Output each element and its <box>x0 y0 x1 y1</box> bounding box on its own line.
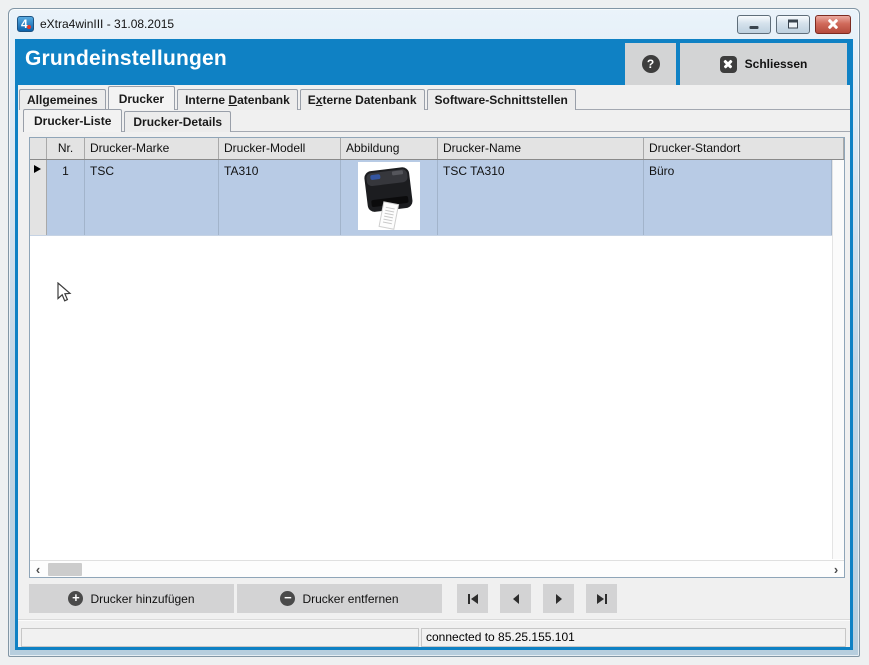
content-area: Allgemeines Drucker Interne Datenbank Ex… <box>18 85 850 647</box>
cell-abbildung <box>341 160 438 235</box>
scrollbar-thumb[interactable] <box>48 563 82 576</box>
help-button[interactable]: ? <box>625 43 676 85</box>
maximize-button[interactable] <box>776 15 810 34</box>
app-logo-icon: 4 <box>17 16 34 32</box>
minus-icon: − <box>280 591 295 606</box>
separator-line <box>18 619 850 621</box>
column-header-selector[interactable] <box>30 138 47 159</box>
action-buttons: + Drucker hinzufügen − Drucker entfernen <box>29 584 629 613</box>
minimize-button[interactable] <box>737 15 771 34</box>
last-record-icon <box>596 593 608 605</box>
horizontal-scrollbar[interactable]: ‹ › <box>30 560 844 577</box>
status-panel-left <box>21 628 419 647</box>
row-selector-cell[interactable] <box>30 160 47 235</box>
plus-icon: + <box>68 591 83 606</box>
page-title: Grundeinstellungen <box>25 47 227 71</box>
tab-allgemeines[interactable]: Allgemeines <box>19 89 106 110</box>
app-logo-dot <box>27 25 31 29</box>
scroll-right-icon[interactable]: › <box>828 562 844 577</box>
tab-externe-datenbank[interactable]: Externe Datenbank <box>300 89 425 110</box>
cell-nr: 1 <box>47 160 85 235</box>
sub-tabs: Drucker-Liste Drucker-Details <box>23 110 850 132</box>
cell-modell: TA310 <box>219 160 341 235</box>
maximize-icon <box>788 20 798 29</box>
app-logo-glyph: 4 <box>21 17 28 31</box>
header-buttons: ? Schliessen <box>625 43 847 85</box>
vertical-scrollbar[interactable] <box>832 160 844 559</box>
tab-drucker-details[interactable]: Drucker-Details <box>124 111 231 132</box>
window-close-button[interactable] <box>815 15 851 34</box>
nav-next-button[interactable] <box>543 584 574 613</box>
row-selector-icon <box>34 165 41 173</box>
minimize-icon <box>750 26 759 29</box>
tab-drucker-liste[interactable]: Drucker-Liste <box>23 109 122 132</box>
printer-image <box>358 162 420 233</box>
window-title: eXtra4winIII - 31.08.2015 <box>40 17 174 31</box>
tab-software-schnittstellen[interactable]: Software-Schnittstellen <box>427 89 576 110</box>
app-header: Grundeinstellungen ? Schliessen <box>15 39 853 85</box>
client-area: Grundeinstellungen ? Schliessen <box>15 39 853 650</box>
remove-printer-label: Drucker entfernen <box>302 592 398 606</box>
status-panel-connection: connected to 85.25.155.101 <box>421 628 846 647</box>
cell-standort: Büro <box>644 160 832 235</box>
nav-previous-button[interactable] <box>500 584 531 613</box>
main-tabs: Allgemeines Drucker Interne Datenbank Ex… <box>19 87 850 110</box>
column-header-abbildung[interactable]: Abbildung <box>341 138 438 159</box>
window-controls <box>737 15 851 34</box>
next-record-icon <box>553 593 565 605</box>
help-icon: ? <box>642 55 660 73</box>
column-header-name[interactable]: Drucker-Name <box>438 138 644 159</box>
titlebar[interactable]: 4 eXtra4winIII - 31.08.2015 <box>9 9 859 39</box>
nav-first-button[interactable] <box>457 584 488 613</box>
grid-header: Nr. Drucker-Marke Drucker-Modell Abbildu… <box>30 138 844 160</box>
column-header-standort[interactable]: Drucker-Standort <box>644 138 844 159</box>
close-dialog-label: Schliessen <box>745 57 808 71</box>
close-dialog-button[interactable]: Schliessen <box>680 43 847 85</box>
add-printer-button[interactable]: + Drucker hinzufügen <box>29 584 234 613</box>
previous-record-icon <box>510 593 522 605</box>
column-header-modell[interactable]: Drucker-Modell <box>219 138 341 159</box>
column-header-marke[interactable]: Drucker-Marke <box>85 138 219 159</box>
column-header-nr[interactable]: Nr. <box>47 138 85 159</box>
cell-marke: TSC <box>85 160 219 235</box>
printer-grid: Nr. Drucker-Marke Drucker-Modell Abbildu… <box>29 137 845 578</box>
tab-interne-datenbank[interactable]: Interne Datenbank <box>177 89 298 110</box>
tab-drucker[interactable]: Drucker <box>108 86 175 110</box>
screen: 4 eXtra4winIII - 31.08.2015 Grundeinstel <box>0 0 869 665</box>
remove-printer-button[interactable]: − Drucker entfernen <box>237 584 442 613</box>
table-row[interactable]: 1 TSC TA310 <box>30 160 832 236</box>
add-printer-label: Drucker hinzufügen <box>90 592 194 606</box>
nav-last-button[interactable] <box>586 584 617 613</box>
scroll-left-icon[interactable]: ‹ <box>30 562 46 577</box>
close-icon <box>720 56 737 73</box>
status-bar: connected to 85.25.155.101 <box>21 626 846 647</box>
cell-name: TSC TA310 <box>438 160 644 235</box>
app-window: 4 eXtra4winIII - 31.08.2015 Grundeinstel <box>8 8 860 657</box>
first-record-icon <box>467 593 479 605</box>
